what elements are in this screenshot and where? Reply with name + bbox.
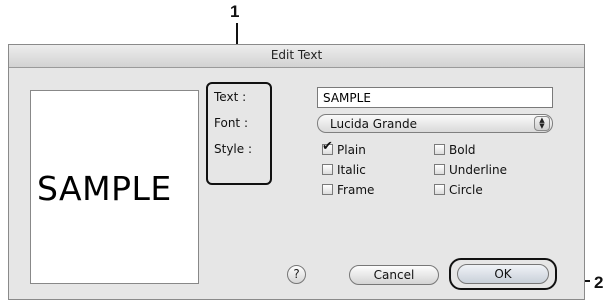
font-select[interactable]: Lucida Grande ▲ ▼	[317, 114, 553, 133]
preview-text: SAMPLE	[37, 169, 172, 208]
help-icon: ?	[293, 267, 300, 281]
checkbox-box	[434, 184, 445, 195]
checkbox-plain-label: Plain	[337, 143, 366, 157]
checkbox-box	[434, 164, 445, 175]
callout-number-1: 1	[230, 2, 240, 21]
checkbox-underline-label: Underline	[449, 163, 507, 177]
title-bar[interactable]: Edit Text	[9, 45, 584, 68]
text-label: Text :	[214, 90, 247, 104]
help-button[interactable]: ?	[287, 265, 306, 284]
style-label: Style :	[214, 142, 252, 156]
font-label: Font :	[214, 116, 248, 130]
checkmark-icon: ✔	[322, 139, 333, 154]
checkbox-italic-label: Italic	[337, 163, 366, 177]
dialog-title: Edit Text	[270, 48, 323, 62]
checkbox-box	[322, 184, 333, 195]
checkbox-box	[434, 144, 445, 155]
callout-number-2: 2	[594, 273, 604, 292]
checkbox-box	[322, 164, 333, 175]
text-input[interactable]	[317, 87, 553, 108]
ok-button[interactable]: OK	[457, 264, 549, 284]
cancel-button[interactable]: Cancel	[349, 265, 439, 285]
text-preview: SAMPLE	[30, 90, 199, 284]
edit-text-dialog: Edit Text SAMPLE Text : Font : Style : L…	[8, 44, 585, 300]
checkbox-frame-label: Frame	[337, 183, 375, 197]
updown-arrows-icon: ▲ ▼	[534, 116, 550, 131]
checkbox-circle-label: Circle	[449, 183, 483, 197]
font-select-value: Lucida Grande	[330, 117, 417, 131]
checkbox-bold-label: Bold	[449, 143, 476, 157]
